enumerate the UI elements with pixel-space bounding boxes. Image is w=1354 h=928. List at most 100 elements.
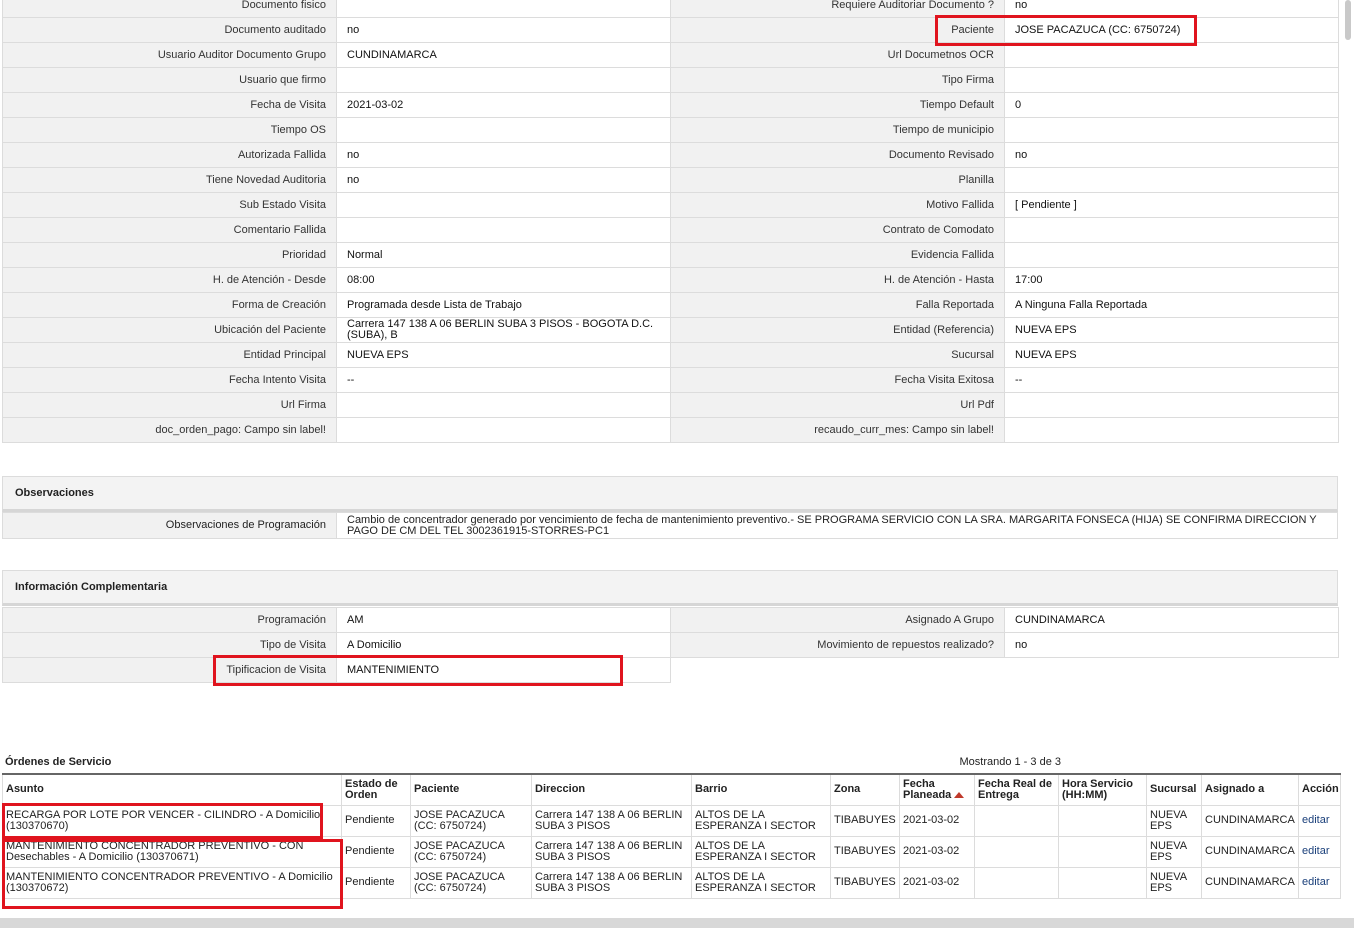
detail-row: Usuario Auditor Documento Grupo CUNDINAMA… (2, 42, 1339, 68)
detail-row: Tiempo OS Tiempo de municipio (2, 117, 1339, 143)
field-value: CUNDINAMARCA (336, 42, 671, 68)
orders-column-header[interactable]: Estado de Orden (341, 773, 411, 806)
order-sucursal-cell: NUEVA EPS (1146, 835, 1202, 868)
field-label: recaudo_curr_mes: Campo sin label! (670, 417, 1005, 443)
order-accion-cell[interactable]: editar (1298, 804, 1341, 837)
order-estado-cell: Pendiente (341, 835, 411, 868)
field-value: [ Pendiente ] (1004, 192, 1339, 218)
field-label: doc_orden_pago: Campo sin label! (2, 417, 337, 443)
detail-row: Ubicación del Paciente Carrera 147 138 A … (2, 317, 1339, 343)
column-header-label: Fecha Planeada (903, 777, 952, 801)
field-label: H. de Atención - Hasta (670, 267, 1005, 293)
orders-column-header[interactable]: Direccion (531, 773, 692, 806)
complementaria-table: Programación AM Asignado A Grupo CUNDINAMAR… (2, 607, 1339, 683)
field-value: Programada desde Lista de Trabajo (336, 292, 671, 318)
sort-ascending-icon[interactable] (954, 791, 965, 798)
vertical-scrollbar-thumb[interactable] (1345, 0, 1351, 40)
detail-row: Programación AM Asignado A Grupo CUNDINAMAR… (2, 607, 1339, 633)
field-label: Fecha Intento Visita (2, 367, 337, 393)
detail-row: Fecha de Visita 2021-03-02 Tiempo Default 0 (2, 92, 1339, 118)
field-value (1004, 117, 1339, 143)
edit-order-link[interactable]: editar (1302, 876, 1330, 888)
edit-order-link[interactable]: editar (1302, 814, 1330, 826)
orders-column-header[interactable]: Sucursal (1146, 773, 1202, 806)
field-value: -- (336, 367, 671, 393)
visit-detail-body: Documento fisico Requiere Auditoriar Docu… (2, 0, 1339, 443)
orders-column-header[interactable]: Asunto (2, 773, 342, 806)
detail-row: Url Firma Url Pdf (2, 392, 1339, 418)
order-asignado-cell: CUNDINAMARCA (1201, 866, 1299, 899)
orders-column-header[interactable]: Asignado a (1201, 773, 1299, 806)
column-header-label: Estado de Orden (345, 777, 398, 801)
visit-detail-table: Documento fisico Requiere Auditoriar Docu… (2, 0, 1339, 443)
orders-count: Mostrando 1 - 3 de 3 (959, 756, 1061, 768)
order-direccion-cell: Carrera 147 138 A 06 BERLIN SUBA 3 PISOS (531, 835, 692, 868)
order-fecha-planeada-cell: 2021-03-02 (899, 804, 975, 837)
field-value: no (1004, 0, 1339, 18)
orders-column-header[interactable]: Hora Servicio (HH:MM) (1058, 773, 1147, 806)
field-label: Prioridad (2, 242, 337, 268)
detail-row: Tiene Novedad Auditoria no Planilla (2, 167, 1339, 193)
detail-row: Documento fisico Requiere Auditoriar Docu… (2, 0, 1339, 18)
orders-column-header[interactable]: Fecha Real de Entrega (974, 773, 1059, 806)
field-value (336, 117, 671, 143)
order-hora-cell (1058, 804, 1147, 837)
field-label: Url Documetnos OCR (670, 42, 1005, 68)
order-accion-cell[interactable]: editar (1298, 866, 1341, 899)
order-asunto-cell: RECARGA POR LOTE POR VENCER - CILINDRO -… (2, 804, 342, 837)
order-direccion-cell: Carrera 147 138 A 06 BERLIN SUBA 3 PISOS (531, 866, 692, 899)
orders-column-header[interactable]: Paciente (410, 773, 532, 806)
field-value: MANTENIMIENTO (336, 657, 671, 683)
field-value (336, 217, 671, 243)
column-header-label: Acción (1302, 783, 1339, 796)
field-label: Contrato de Comodato (670, 217, 1005, 243)
vertical-scrollbar[interactable] (1342, 0, 1354, 918)
order-paciente-cell: JOSE PACAZUCA (CC: 6750724) (410, 804, 532, 837)
order-paciente-cell: JOSE PACAZUCA (CC: 6750724) (410, 866, 532, 899)
field-value (1004, 67, 1339, 93)
field-label: Asignado A Grupo (670, 607, 1005, 633)
observaciones-label: Observaciones de Programación (2, 512, 337, 539)
field-label: Documento fisico (2, 0, 337, 18)
column-header-label: Barrio (695, 783, 728, 796)
field-value (1004, 657, 1339, 683)
edit-order-link[interactable]: editar (1302, 845, 1330, 857)
detail-row: Fecha Intento Visita -- Fecha Visita Exito… (2, 367, 1339, 393)
field-value (336, 192, 671, 218)
observaciones-title: Observaciones (15, 487, 94, 499)
field-value (1004, 217, 1339, 243)
field-value: NUEVA EPS (1004, 342, 1339, 368)
field-label: Tiempo Default (670, 92, 1005, 118)
column-header-label: Zona (834, 783, 861, 796)
field-label: Ubicación del Paciente (2, 317, 337, 343)
orders-column-header[interactable]: Fecha Planeada (899, 773, 975, 806)
order-accion-cell[interactable]: editar (1298, 835, 1341, 868)
column-header-label: Direccion (535, 783, 586, 796)
field-label: Falla Reportada (670, 292, 1005, 318)
field-label: Movimiento de repuestos realizado? (670, 632, 1005, 658)
field-value: JOSE PACAZUCA (CC: 6750724) (1004, 17, 1339, 43)
orders-column-header[interactable]: Barrio (691, 773, 831, 806)
field-label: Tipificacion de Visita (2, 657, 337, 683)
field-value: no (336, 142, 671, 168)
column-header-label: Fecha Real de Entrega (978, 777, 1052, 801)
orders-header-row: Asunto Estado de Orden Paciente Direccion Ba… (2, 773, 1341, 806)
detail-row: H. de Atención - Desde 08:00 H. de Atenció… (2, 267, 1339, 293)
orders-column-header[interactable]: Zona (830, 773, 900, 806)
order-paciente-cell: JOSE PACAZUCA (CC: 6750724) (410, 835, 532, 868)
complementaria-body: Programación AM Asignado A Grupo CUNDINAMAR… (2, 607, 1339, 683)
field-value: 0 (1004, 92, 1339, 118)
orders-table: Asunto Estado de Orden Paciente Direccion Ba… (2, 773, 1341, 899)
column-header-label: Sucursal (1150, 783, 1197, 796)
column-header-label: Asignado a (1205, 783, 1265, 796)
detail-row: Tipificacion de Visita MANTENIMIENTO (2, 657, 1339, 683)
field-value: NUEVA EPS (1004, 317, 1339, 343)
complementaria-title: Información Complementaria (15, 581, 168, 593)
horizontal-scrollbar[interactable] (0, 918, 1354, 928)
field-label: Paciente (670, 17, 1005, 43)
detail-row: Documento auditado no Paciente JOSE PACAZUC… (2, 17, 1339, 43)
field-value: NUEVA EPS (336, 342, 671, 368)
orders-column-header[interactable]: Acción (1298, 773, 1341, 806)
field-label: Programación (2, 607, 337, 633)
order-zona-cell: TIBABUYES (830, 804, 900, 837)
